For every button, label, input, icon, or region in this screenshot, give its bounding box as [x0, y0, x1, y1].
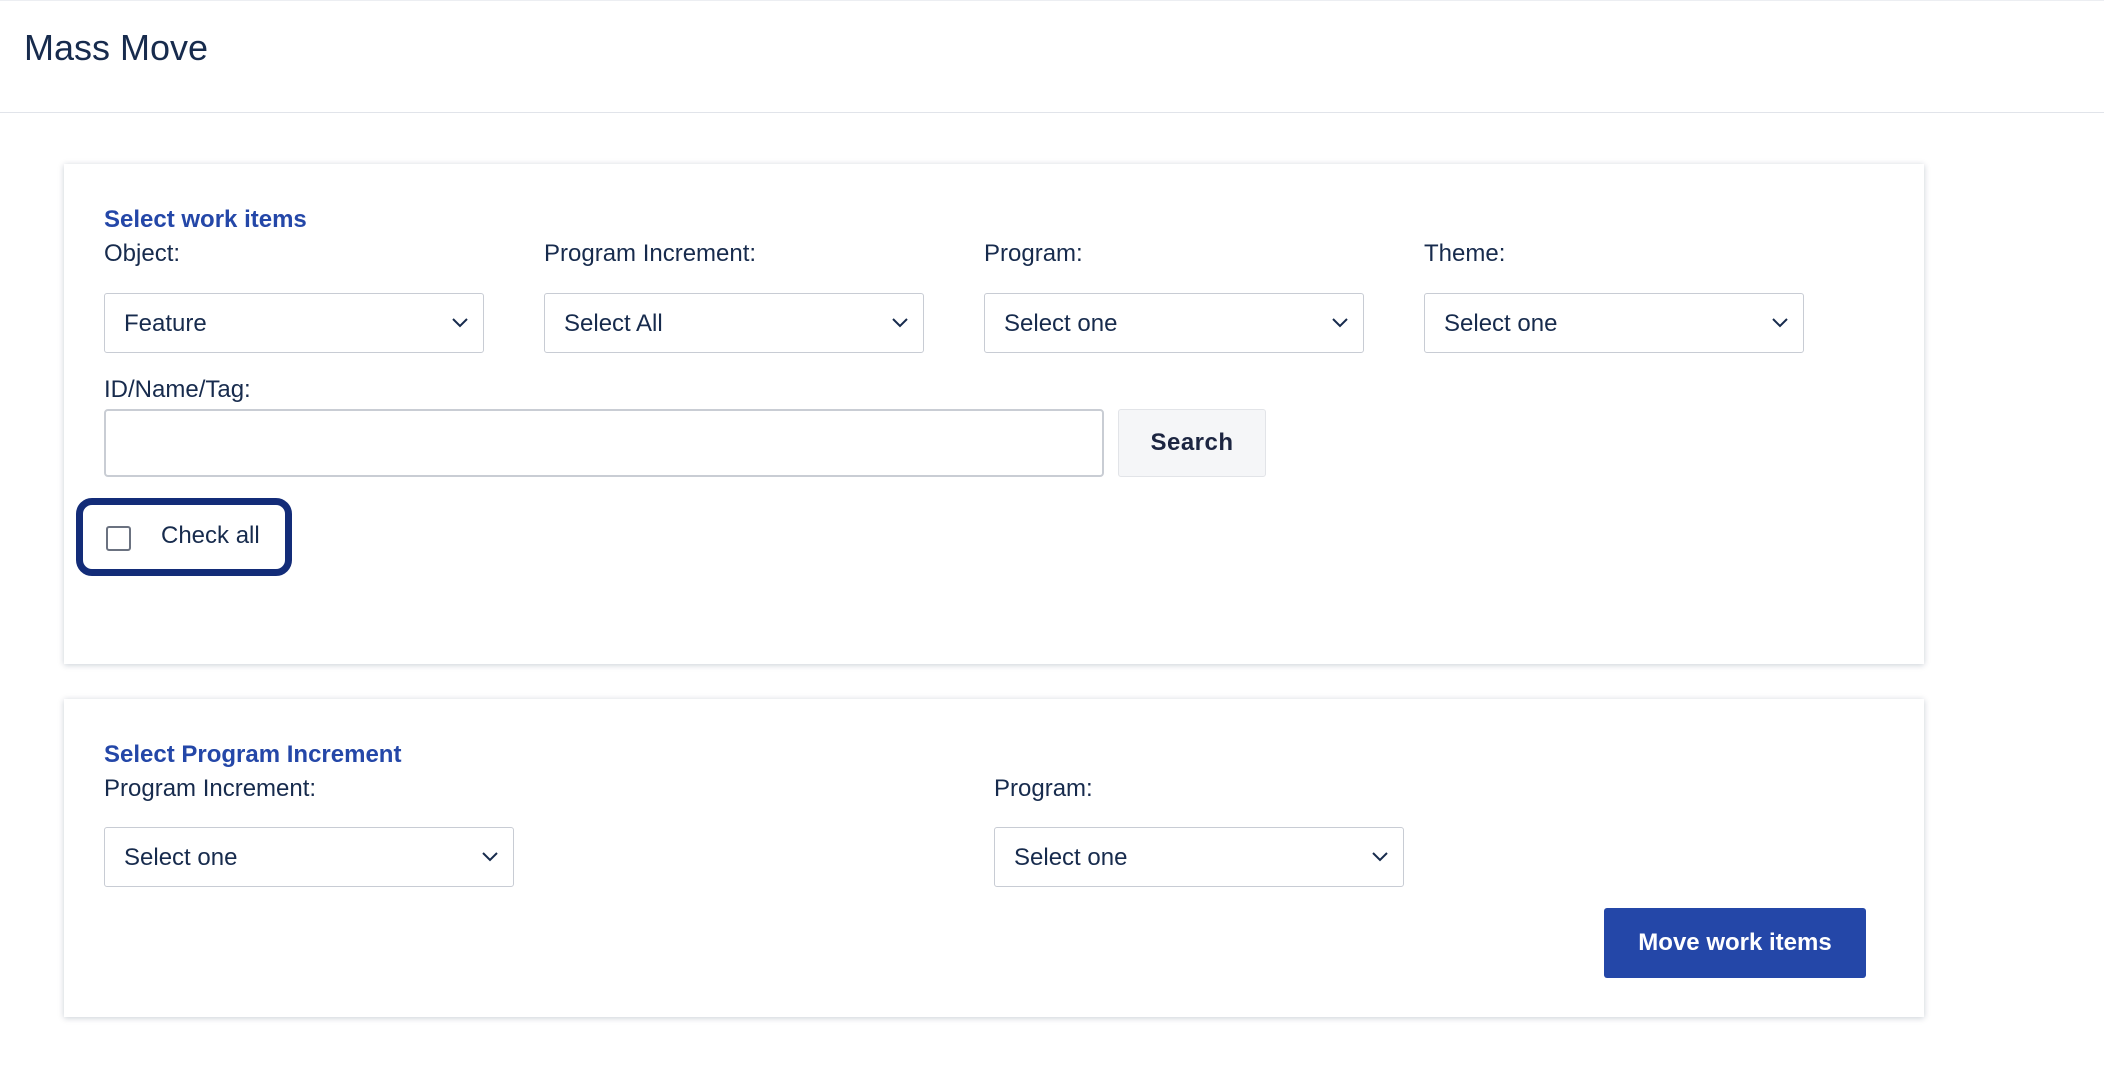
id-name-tag-input[interactable]	[104, 409, 1104, 477]
search-button[interactable]: Search	[1118, 409, 1266, 477]
chevron-down-icon	[1332, 318, 1348, 328]
target-program-increment-label: Program Increment:	[104, 775, 317, 802]
section-title-program-increment: Select Program Increment	[104, 741, 402, 768]
mass-move-page: Mass Move Select work items Object: Prog…	[0, 0, 2104, 1086]
target-program-label: Program:	[994, 775, 1093, 802]
object-label: Object:	[104, 240, 181, 267]
program-increment-select[interactable]: Select All	[544, 293, 924, 353]
section-title-work-items: Select work items	[104, 206, 307, 233]
page-header: Mass Move	[0, 0, 2104, 113]
id-name-tag-label: ID/Name/Tag:	[104, 376, 251, 403]
select-work-items-card: Select work items Object: Program Increm…	[64, 164, 1924, 664]
checkbox-icon[interactable]	[106, 526, 131, 551]
page-title: Mass Move	[24, 27, 209, 68]
chevron-down-icon	[1772, 318, 1788, 328]
check-all-label: Check all	[161, 522, 260, 549]
object-select[interactable]: Feature	[104, 293, 484, 353]
program-select[interactable]: Select one	[984, 293, 1364, 353]
chevron-down-icon	[892, 318, 908, 328]
theme-label: Theme:	[1424, 240, 1506, 267]
program-label: Program:	[984, 240, 1083, 267]
chevron-down-icon	[1372, 852, 1388, 862]
chevron-down-icon	[452, 318, 468, 328]
theme-select[interactable]: Select one	[1424, 293, 1804, 353]
target-program-select[interactable]: Select one	[994, 827, 1404, 887]
select-program-increment-card: Select Program Increment Program Increme…	[64, 699, 1924, 1017]
target-program-increment-select-value: Select one	[124, 844, 238, 871]
program-select-value: Select one	[1004, 310, 1118, 337]
chevron-down-icon	[482, 852, 498, 862]
program-increment-select-value: Select All	[564, 310, 663, 337]
theme-select-value: Select one	[1444, 310, 1558, 337]
move-work-items-button[interactable]: Move work items	[1604, 908, 1866, 978]
check-all-control[interactable]: Check all	[76, 498, 292, 576]
target-program-increment-select[interactable]: Select one	[104, 827, 514, 887]
program-increment-label: Program Increment:	[544, 240, 757, 267]
object-select-value: Feature	[124, 310, 207, 337]
target-program-select-value: Select one	[1014, 844, 1128, 871]
